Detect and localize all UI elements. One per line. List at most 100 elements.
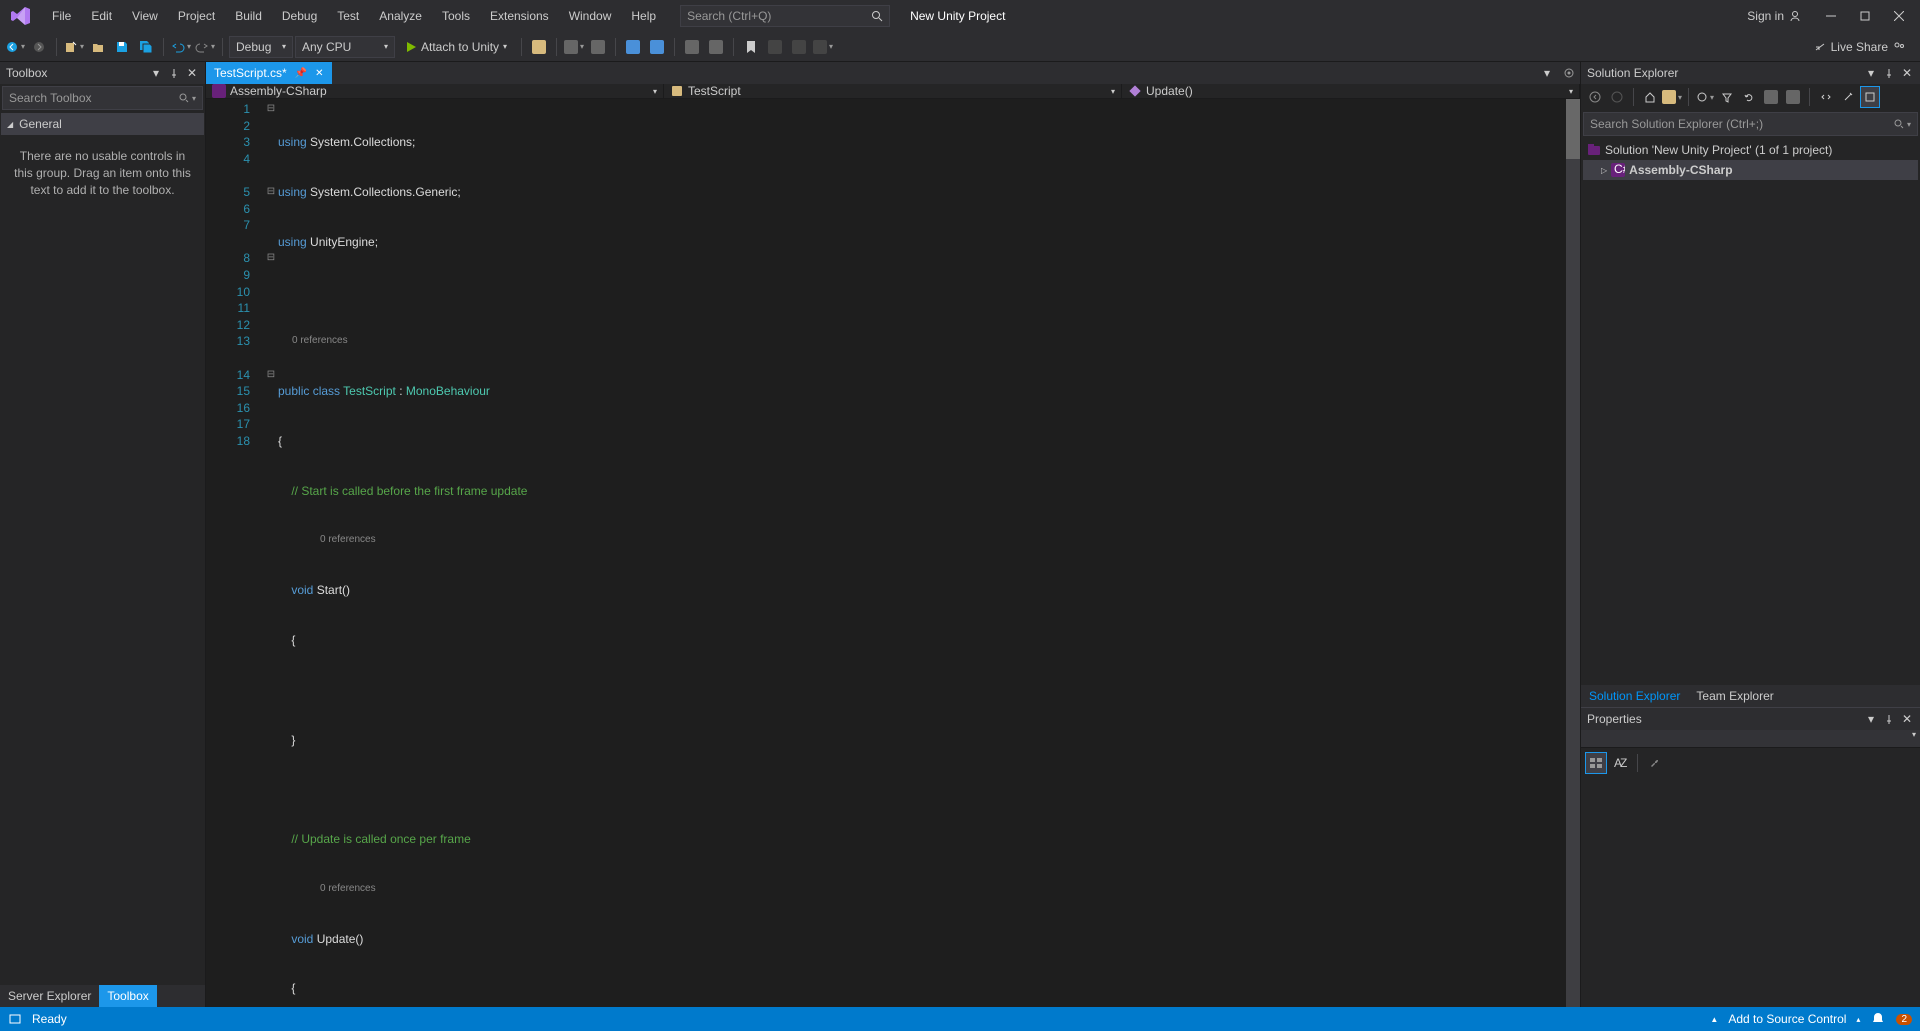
bell-icon[interactable] [1870,1011,1886,1027]
prop-categorized-icon[interactable] [1585,752,1607,774]
se-showall-icon[interactable] [1783,86,1803,108]
open-button[interactable] [87,36,109,58]
menu-test[interactable]: Test [327,5,369,27]
tree-solution[interactable]: Solution 'New Unity Project' (1 of 1 pro… [1583,140,1918,160]
tool-icon-3[interactable] [587,36,609,58]
live-share-button[interactable]: Live Share [1803,40,1916,54]
menu-debug[interactable]: Debug [272,5,327,27]
properties-panel: Properties ▾ ✕ ▾ AZ [1581,707,1920,1007]
se-sync-icon[interactable] [1695,86,1715,108]
close-icon[interactable]: ✕ [185,66,199,80]
nav-project[interactable]: Assembly-CSharp▾ [206,84,664,98]
arrow-up-icon[interactable]: ▲ [1710,1015,1718,1024]
menu-tools[interactable]: Tools [432,5,480,27]
menu-edit[interactable]: Edit [81,5,122,27]
toolbox-panel: Toolbox ▾ ✕ Search Toolbox ▾ General The… [0,62,206,1007]
close-button[interactable] [1882,3,1916,29]
svg-text:Z: Z [1620,756,1627,770]
close-tab-icon[interactable]: ✕ [315,68,323,79]
source-control-button[interactable]: Add to Source Control [1728,1012,1846,1026]
notification-badge[interactable]: 2 [1896,1014,1912,1025]
tab-solution-explorer[interactable]: Solution Explorer [1581,685,1688,707]
solution-search[interactable]: Search Solution Explorer (Ctrl+;) ▾ [1583,112,1918,136]
code-content[interactable]: using System.Collections; using System.C… [278,99,1580,1007]
quick-search[interactable]: Search (Ctrl+Q) [680,5,890,27]
codelens-refs[interactable]: 0 references [278,532,1580,549]
redo-button[interactable] [194,36,216,58]
bookmark-icon[interactable] [740,36,762,58]
solution-tree[interactable]: Solution 'New Unity Project' (1 of 1 pro… [1581,138,1920,685]
tab-team-explorer[interactable]: Team Explorer [1688,685,1781,707]
svg-text:C#: C# [1614,163,1625,176]
menu-window[interactable]: Window [559,5,622,27]
chevron-down-icon[interactable]: ▾ [149,66,163,80]
tool-icon-1[interactable] [528,36,550,58]
se-preview-icon[interactable] [1860,86,1880,108]
save-all-button[interactable] [135,36,157,58]
signin-button[interactable]: Sign in [1747,9,1802,23]
tab-toolbox[interactable]: Toolbox [99,985,156,1007]
main-area: Toolbox ▾ ✕ Search Toolbox ▾ General The… [0,62,1920,1007]
menu-analyze[interactable]: Analyze [369,5,432,27]
pin-icon[interactable] [1882,66,1896,80]
new-item-button[interactable] [63,36,85,58]
tool-icon-2[interactable] [563,36,585,58]
undo-button[interactable] [170,36,192,58]
share-icon [1813,40,1827,54]
menu-project[interactable]: Project [168,5,225,27]
close-icon[interactable]: ✕ [1900,712,1914,726]
se-props-icon[interactable] [1838,86,1858,108]
nav-back-button[interactable] [4,36,26,58]
status-icon [8,1012,22,1026]
doc-tab-testscript[interactable]: TestScript.cs* 📌 ✕ [206,62,332,84]
se-fwd-icon[interactable] [1607,86,1627,108]
nav-forward-button[interactable] [28,36,50,58]
se-switch-icon[interactable] [1662,86,1682,108]
se-code-icon[interactable] [1816,86,1836,108]
toolbox-group-general[interactable]: General [1,113,204,135]
pin-icon[interactable] [1882,712,1896,726]
tool-icon-5[interactable] [646,36,668,58]
close-icon[interactable]: ✕ [1900,66,1914,80]
codelens-refs[interactable]: 0 references [278,881,1580,898]
code-editor[interactable]: 1234 567 8910111213 1415161718 ⊟ ⊟ ⊟ ⊟ u… [206,99,1580,1007]
menu-help[interactable]: Help [621,5,666,27]
main-toolbar: Debug▾ Any CPU▾ Attach to Unity▾ Live Sh… [0,32,1920,62]
menu-build[interactable]: Build [225,5,272,27]
se-collapse-icon[interactable] [1761,86,1781,108]
tool-icon-6[interactable] [681,36,703,58]
codelens-refs[interactable]: 0 references [278,333,1580,350]
save-button[interactable] [111,36,133,58]
pin-icon[interactable] [167,66,181,80]
fold-gutter[interactable]: ⊟ ⊟ ⊟ ⊟ [264,99,278,1007]
platform-dropdown[interactable]: Any CPU▾ [295,36,395,58]
nav-method[interactable]: Update()▾ [1122,84,1580,98]
menu-extensions[interactable]: Extensions [480,5,559,27]
expand-icon[interactable]: ▷ [1601,166,1607,175]
tree-project[interactable]: ▷ C# Assembly-CSharp [1583,160,1918,180]
menu-view[interactable]: View [122,5,168,27]
editor-scrollbar[interactable] [1566,99,1580,1007]
csproj-icon: C# [1611,163,1625,177]
minimize-button[interactable] [1814,3,1848,29]
prop-wrench-icon[interactable] [1644,752,1666,774]
maximize-button[interactable] [1848,3,1882,29]
tab-gear-icon[interactable] [1558,62,1580,84]
chevron-down-icon[interactable]: ▾ [1864,66,1878,80]
tab-server-explorer[interactable]: Server Explorer [0,985,99,1007]
tab-chevron-icon[interactable]: ▾ [1536,62,1558,84]
start-debug-button[interactable]: Attach to Unity▾ [397,36,515,58]
se-refresh-icon[interactable] [1739,86,1759,108]
chevron-down-icon[interactable]: ▾ [1864,712,1878,726]
config-dropdown[interactable]: Debug▾ [229,36,293,58]
menu-file[interactable]: File [42,5,81,27]
tool-icon-4[interactable] [622,36,644,58]
tool-icon-7[interactable] [705,36,727,58]
nav-class[interactable]: TestScript▾ [664,84,1122,98]
pin-icon[interactable]: 📌 [295,68,307,79]
se-filter-icon[interactable] [1717,86,1737,108]
prop-alpha-icon[interactable]: AZ [1609,752,1631,774]
toolbox-search[interactable]: Search Toolbox ▾ [2,86,203,110]
se-home-icon[interactable] [1640,86,1660,108]
se-back-icon[interactable] [1585,86,1605,108]
